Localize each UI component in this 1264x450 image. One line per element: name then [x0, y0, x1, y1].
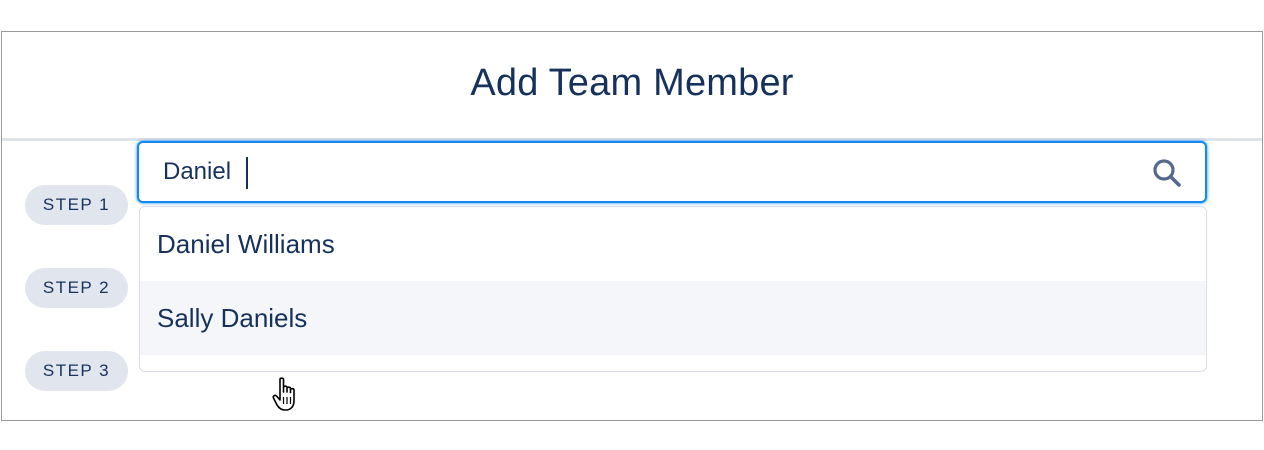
result-option-daniel-williams[interactable]: Daniel Williams [140, 207, 1206, 281]
text-caret [246, 157, 248, 189]
step-1-badge: STEP 1 [25, 185, 128, 225]
pointer-hand-icon [272, 377, 295, 411]
search-results-listbox: Daniel Williams Sally Daniels [139, 206, 1207, 372]
step-3-badge: STEP 3 [25, 351, 128, 391]
modal-header: Add Team Member [2, 32, 1262, 141]
search-combobox[interactable] [137, 141, 1207, 203]
modal-title: Add Team Member [470, 61, 794, 104]
result-option-sally-daniels[interactable]: Sally Daniels [140, 281, 1206, 355]
search-icon[interactable] [1151, 157, 1183, 189]
search-input[interactable] [163, 157, 1123, 187]
step-2-badge: STEP 2 [25, 268, 128, 308]
